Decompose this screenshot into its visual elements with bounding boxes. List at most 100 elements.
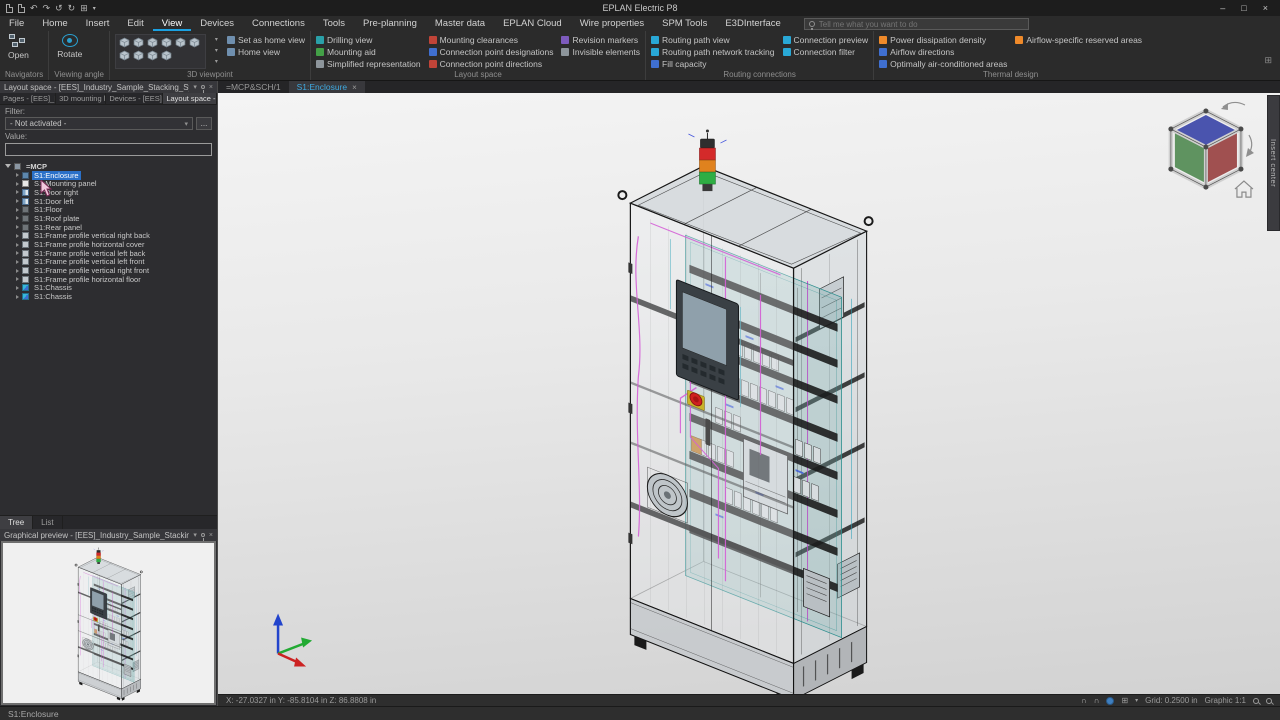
expander-icon[interactable] <box>16 286 19 290</box>
tab-devices[interactable]: Devices - [EES]_In... <box>106 93 163 104</box>
expander-icon[interactable] <box>16 243 19 247</box>
menu-connections[interactable]: Connections <box>243 16 314 31</box>
face-view-icon[interactable] <box>147 50 158 61</box>
tree-row-frame-profile[interactable]: S1:Frame profile vertical left back <box>3 249 217 258</box>
expander-icon[interactable] <box>16 234 19 238</box>
connection-point-designations-button[interactable]: Connection point designations <box>429 46 554 57</box>
tab-close-icon[interactable]: × <box>352 83 357 92</box>
open-page-icon[interactable] <box>18 4 25 13</box>
tree-tab[interactable]: Tree <box>0 516 33 529</box>
undo-icon[interactable]: ↶ <box>30 3 38 14</box>
tab-3d-mounting-layout[interactable]: 3D mounting lay... <box>56 93 106 104</box>
expander-icon[interactable] <box>16 295 19 299</box>
panel-menu-caret-icon[interactable]: ▾ <box>193 531 197 539</box>
iso-view-icon[interactable] <box>175 37 186 48</box>
object-snap-icon[interactable]: ∩ <box>1094 696 1100 705</box>
expander-icon[interactable] <box>16 173 19 177</box>
rotate-button[interactable]: Rotate <box>54 32 85 69</box>
drilling-view-button[interactable]: Drilling view <box>316 34 421 45</box>
menu-master-data[interactable]: Master data <box>426 16 494 31</box>
menu-insert[interactable]: Insert <box>77 16 119 31</box>
expander-icon[interactable] <box>16 251 19 255</box>
panel-close-icon[interactable]: × <box>209 84 213 91</box>
home-view-button[interactable]: Home view <box>227 46 305 57</box>
fill-capacity-button[interactable]: Fill capacity <box>651 58 774 69</box>
expander-icon[interactable] <box>16 208 19 212</box>
set-home-view-button[interactable]: Set as home view <box>227 34 305 45</box>
panel-pin-icon[interactable] <box>201 85 205 89</box>
tree-row-door-left[interactable]: S1:Door left <box>3 197 217 206</box>
connection-filter-button[interactable]: Connection filter <box>783 46 869 57</box>
tab-pages[interactable]: Pages - [EES]_Ind... <box>0 93 56 104</box>
menu-wire-properties[interactable]: Wire properties <box>571 16 653 31</box>
caret-icon[interactable]: ▾ <box>215 47 218 54</box>
value-input[interactable] <box>6 144 211 155</box>
mounting-aid-button[interactable]: Mounting aid <box>316 46 421 57</box>
connection-preview-button[interactable]: Connection preview <box>783 34 869 45</box>
menu-devices[interactable]: Devices <box>191 16 243 31</box>
grid-toggle-icon[interactable]: ⊞ <box>1121 696 1128 705</box>
minimize-button[interactable]: – <box>1220 3 1225 13</box>
close-button[interactable]: × <box>1263 3 1268 13</box>
menu-home[interactable]: Home <box>33 16 76 31</box>
airflow-directions-button[interactable]: Airflow directions <box>879 46 1007 57</box>
expander-icon[interactable] <box>16 199 19 203</box>
tree-row-root[interactable]: =MCP <box>3 162 217 171</box>
graphic-scale[interactable]: Graphic 1:1 <box>1205 696 1246 705</box>
tell-me-input[interactable] <box>819 20 1024 29</box>
iso-view-icon[interactable] <box>161 37 172 48</box>
expander-icon[interactable] <box>16 182 19 186</box>
expander-icon[interactable] <box>16 269 19 273</box>
snap-icon[interactable]: ∩ <box>1081 696 1087 705</box>
expander-icon[interactable] <box>16 216 19 220</box>
tree-row-floor[interactable]: S1:Floor <box>3 205 217 214</box>
face-view-icon[interactable] <box>161 50 172 61</box>
tab-mcp-sch[interactable]: =MCP&SCH/1 <box>218 81 289 93</box>
menu-spm-tools[interactable]: SPM Tools <box>653 16 716 31</box>
zoom-in-icon[interactable] <box>1253 698 1259 704</box>
rotate-left-icon[interactable]: ↺ <box>55 3 63 14</box>
menu-e3dinterface[interactable]: E3DInterface <box>716 16 789 31</box>
grid-caret-icon[interactable]: ▾ <box>1135 697 1138 704</box>
zoom-out-icon[interactable] <box>1266 698 1272 704</box>
menu-pre-planning[interactable]: Pre-planning <box>354 16 426 31</box>
enclosure-3d-model[interactable] <box>618 130 872 694</box>
list-tab[interactable]: List <box>33 516 62 529</box>
graphical-preview-canvas[interactable] <box>1 541 216 705</box>
panel-close-icon[interactable]: × <box>209 532 213 539</box>
airflow-specific-reserved-areas-button[interactable]: Airflow-specific reserved areas <box>1015 34 1142 45</box>
power-dissipation-density-button[interactable]: Power dissipation density <box>879 34 1007 45</box>
panel-pin-icon[interactable] <box>201 533 205 537</box>
tree-row-enclosure[interactable]: S1:Enclosure <box>3 171 217 180</box>
customize-qat-caret-icon[interactable]: ▾ <box>93 5 96 12</box>
filter-more-button[interactable]: ... <box>196 117 212 130</box>
tab-s1-enclosure[interactable]: S1:Enclosure × <box>289 81 365 93</box>
new-page-icon[interactable] <box>6 4 13 13</box>
tree-row-roof-plate[interactable]: S1:Roof plate <box>3 214 217 223</box>
tree-row-chassis[interactable]: S1:Chassis <box>3 292 217 301</box>
table-view-icon[interactable]: ⊞ <box>80 3 88 14</box>
tree-row-frame-profile[interactable]: S1:Frame profile vertical right front <box>3 266 217 275</box>
tell-me-search[interactable] <box>804 18 1029 30</box>
rotate-right-icon[interactable]: ↻ <box>68 3 76 14</box>
filter-dropdown[interactable]: - Not activated - ▾ <box>5 117 193 130</box>
iso-view-icon[interactable] <box>133 37 144 48</box>
viewpoint-grid[interactable] <box>115 34 206 69</box>
optimally-air-conditioned-areas-button[interactable]: Optimally air-conditioned areas <box>879 58 1007 69</box>
insert-center-tab[interactable]: Insert center <box>1267 95 1280 231</box>
simplified-representation-button[interactable]: Simplified representation <box>316 58 421 69</box>
viewport-3d[interactable]: Insert center <box>218 93 1280 694</box>
caret-icon[interactable]: ▾ <box>215 36 218 43</box>
iso-view-icon[interactable] <box>147 37 158 48</box>
grid-setting[interactable]: Grid: 0.2500 in <box>1145 696 1197 705</box>
menu-view[interactable]: View <box>153 16 191 31</box>
iso-view-icon[interactable] <box>119 37 130 48</box>
invisible-elements-button[interactable]: Invisible elements <box>561 46 640 57</box>
expander-icon[interactable] <box>16 277 19 281</box>
mounting-clearances-button[interactable]: Mounting clearances <box>429 34 554 45</box>
panel-menu-caret-icon[interactable]: ▾ <box>193 83 197 91</box>
caret-icon[interactable]: ▾ <box>215 58 218 65</box>
connection-point-directions-button[interactable]: Connection point directions <box>429 58 554 69</box>
tree-row-frame-profile[interactable]: S1:Frame profile horizontal cover <box>3 240 217 249</box>
tree-row-frame-profile[interactable]: S1:Frame profile vertical right back <box>3 232 217 241</box>
